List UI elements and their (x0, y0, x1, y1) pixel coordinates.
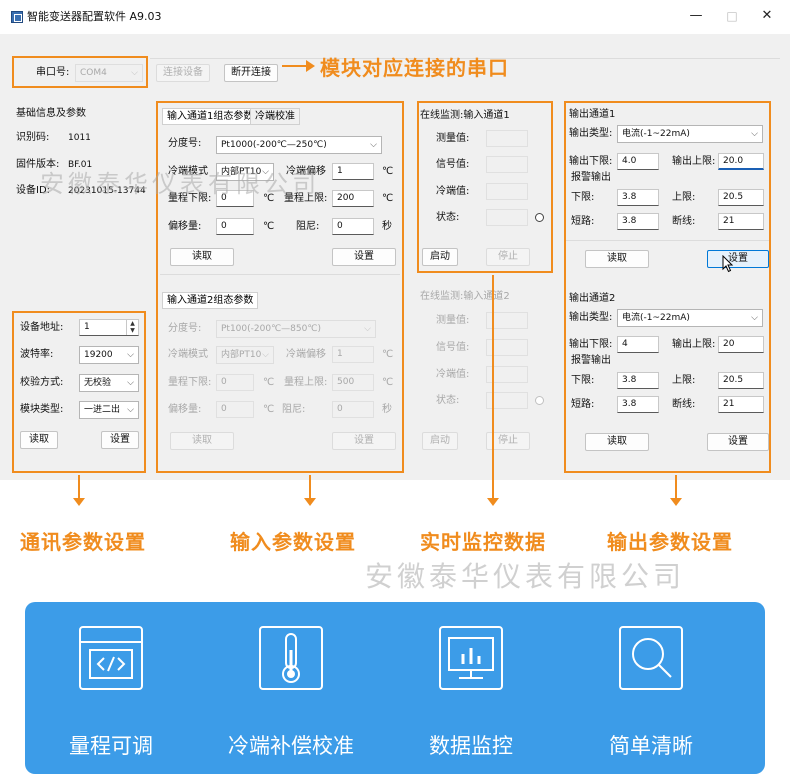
monitor2-measure-label: 测量值: (436, 315, 470, 326)
comm-arrow-line (78, 475, 80, 499)
monitor2-cold-label: 冷端值: (436, 369, 470, 380)
window-title: 智能变送器配置软件 A9.03 (27, 10, 162, 23)
output-arrow-line (675, 475, 677, 499)
output-callout: 输出参数设置 (607, 530, 733, 554)
id-label: 识别码: (16, 132, 50, 143)
arrow-down-icon (304, 498, 316, 506)
title-bar: 智能变送器配置软件 A9.03 — □ ✕ (0, 0, 790, 34)
monitor-arrow-line (492, 275, 494, 499)
feature-label-range: 量程可调 (69, 734, 153, 758)
port-arrow-line (282, 65, 308, 67)
comm-callout: 通讯参数设置 (20, 530, 146, 554)
connect-button[interactable]: 连接设备 (156, 64, 210, 82)
magnifier-icon (619, 626, 683, 690)
monitor2-status-indicator-icon (535, 396, 544, 405)
arrow-down-icon (73, 498, 85, 506)
output-highlight-box (564, 101, 771, 473)
thermometer-icon (259, 626, 323, 690)
monitor2-title: 在线监测:输入通道2 (420, 291, 510, 302)
watermark-text: 安徽泰华仪表有限公司 (40, 170, 320, 198)
arrow-right-icon (306, 60, 315, 72)
monitor2-signal-label: 信号值: (436, 342, 470, 353)
input-highlight-box (156, 101, 404, 473)
input-callout: 输入参数设置 (230, 530, 356, 554)
minimize-button[interactable]: — (686, 8, 706, 24)
close-button[interactable]: ✕ (757, 8, 777, 24)
monitor-chart-icon (439, 626, 503, 690)
monitor-highlight-box (417, 101, 553, 273)
id-value: 1011 (68, 133, 91, 143)
basic-info-title: 基础信息及参数 (16, 108, 86, 119)
disconnect-button[interactable]: 断开连接 (224, 64, 278, 82)
port-highlight-box (12, 56, 148, 88)
arrow-down-icon (670, 498, 682, 506)
input-arrow-line (309, 475, 311, 499)
app-logo-icon (11, 11, 23, 23)
monitor-callout: 实时监控数据 (420, 530, 546, 554)
feature-label-simple: 简单清晰 (609, 734, 693, 758)
comm-highlight-box (12, 311, 146, 473)
feature-banner: 量程可调 冷端补偿校准 数据监控 简单清晰 (25, 602, 765, 774)
arrow-down-icon (487, 498, 499, 506)
port-callout: 模块对应连接的串口 (320, 56, 509, 80)
feature-label-monitor: 数据监控 (429, 734, 513, 758)
watermark-text-bottom: 安徽泰华仪表有限公司 (365, 560, 686, 593)
monitor2-start-button[interactable]: 启动 (422, 432, 458, 450)
feature-label-cold: 冷端补偿校准 (228, 734, 354, 758)
monitor2-status-label: 状态: (436, 395, 460, 406)
maximize-button[interactable]: □ (722, 8, 742, 24)
code-window-icon (79, 626, 143, 690)
